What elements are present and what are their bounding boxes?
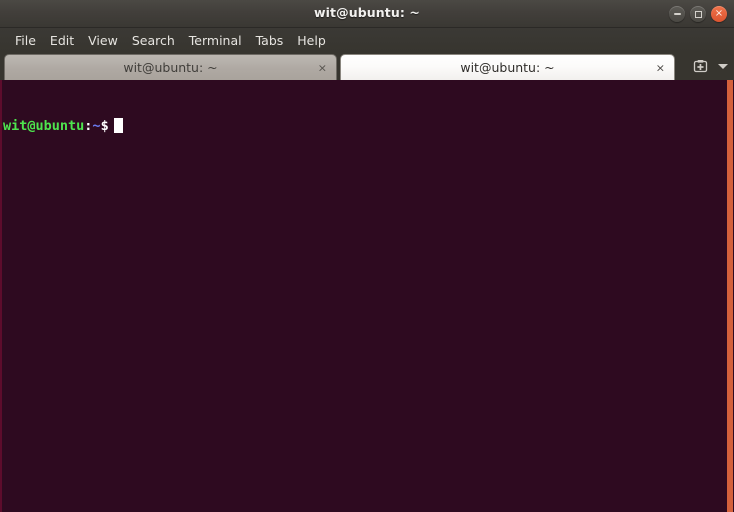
scrollbar-thumb[interactable] — [727, 80, 733, 512]
tab-0-label: wit@ubuntu: ~ — [123, 60, 218, 75]
menu-item-view[interactable]: View — [81, 31, 125, 50]
prompt-user-host: wit@ubuntu — [3, 118, 85, 134]
maximize-button[interactable] — [690, 6, 706, 22]
menu-bar: File Edit View Search Terminal Tabs Help — [0, 28, 734, 52]
tab-0-close-icon[interactable]: × — [318, 62, 327, 73]
terminal-window: wit@ubuntu: ~ × File Edit View Search Te… — [0, 0, 734, 512]
close-button[interactable]: × — [711, 6, 727, 22]
prompt-line: wit@ubuntu:~$ — [3, 118, 722, 135]
tab-bar: wit@ubuntu: ~ × wit@ubuntu: ~ × — [0, 52, 734, 80]
tab-0[interactable]: wit@ubuntu: ~ × — [4, 54, 337, 80]
tab-strip: wit@ubuntu: ~ × wit@ubuntu: ~ × — [4, 54, 734, 80]
terminal-output: wit@ubuntu:~$ — [3, 84, 722, 169]
minimize-icon — [669, 6, 685, 22]
window-controls: × — [669, 6, 727, 22]
menu-item-help[interactable]: Help — [290, 31, 333, 50]
terminal-screen[interactable]: wit@ubuntu:~$ — [0, 80, 734, 512]
menu-item-edit[interactable]: Edit — [43, 31, 81, 50]
tab-list-button[interactable] — [714, 56, 732, 76]
tab-tools — [689, 56, 732, 76]
terminal-cursor — [113, 118, 123, 133]
maximize-icon — [690, 6, 706, 22]
minimize-button[interactable] — [669, 6, 685, 22]
menu-item-file[interactable]: File — [8, 31, 43, 50]
menu-item-search[interactable]: Search — [125, 31, 182, 50]
window-title: wit@ubuntu: ~ — [314, 5, 420, 20]
menu-item-terminal[interactable]: Terminal — [182, 31, 249, 50]
prompt-path: ~ — [92, 118, 101, 134]
new-tab-button[interactable] — [689, 56, 711, 76]
menu-item-tabs[interactable]: Tabs — [249, 31, 291, 50]
prompt-dollar: $ — [100, 118, 109, 134]
tab-1-close-icon[interactable]: × — [656, 62, 665, 73]
tab-1[interactable]: wit@ubuntu: ~ × — [340, 54, 675, 80]
title-bar: wit@ubuntu: ~ × — [0, 0, 734, 28]
new-tab-icon — [693, 59, 707, 72]
terminal-left-border — [0, 80, 2, 512]
chevron-down-icon — [718, 63, 728, 69]
close-icon: × — [714, 8, 724, 19]
tab-1-label: wit@ubuntu: ~ — [460, 60, 555, 75]
